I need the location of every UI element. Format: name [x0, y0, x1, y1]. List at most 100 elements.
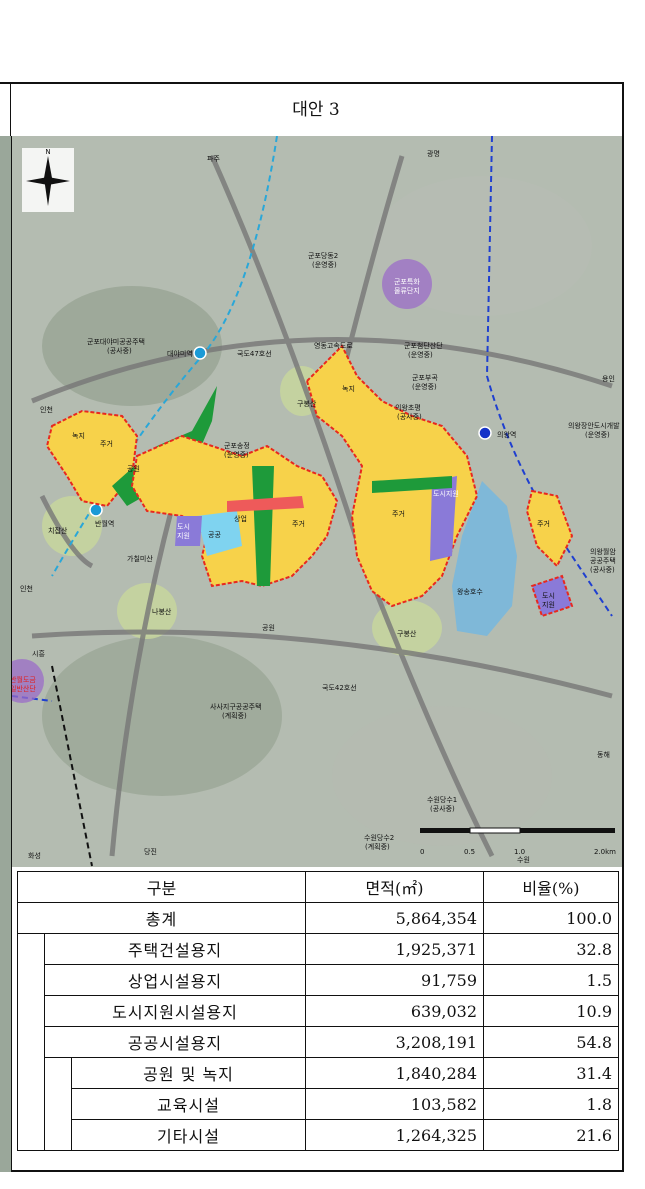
adjacent-map-strip — [0, 136, 12, 1172]
table-row: 교육시설 103,582 1.8 — [18, 1088, 619, 1120]
row-ratio: 1.8 — [483, 1088, 619, 1120]
row-area: 91,759 — [305, 964, 484, 996]
row-ratio: 1.5 — [483, 964, 619, 996]
header-area: 면적(㎡) — [305, 871, 484, 903]
label-chirabsan: 치잡산 — [48, 526, 68, 535]
label-suwon-dangsu2-sub: (계획중) — [365, 842, 390, 851]
label-gunpo-cheomdan: 군포첨단산단 — [404, 341, 443, 350]
zone-label-urban-2: 도시 — [542, 592, 555, 600]
row-label: 총계 — [17, 902, 306, 934]
scale-label-0: 0 — [420, 848, 424, 856]
label-gunpo-songjeong: 군포송정 — [224, 441, 250, 450]
label-uiwang-jangan-sub: (운영중) — [585, 430, 610, 439]
label-suwon-dangsu1: 수원당수1 — [427, 795, 457, 804]
label-incheon2: 인천 — [20, 584, 33, 593]
row-label: 기타시설 — [71, 1119, 306, 1151]
table-row: 주택건설용지 1,925,371 32.8 — [17, 933, 619, 1151]
label-uiwang-chonjeong: 의왕초평 — [395, 403, 421, 412]
label-uiwang-jangan: 의왕장안도시개발 — [568, 421, 620, 430]
zone-label-residential-3: 주거 — [392, 509, 405, 518]
zone-label-green-2: 녹지 — [342, 384, 355, 393]
page-title: 대안 3 — [292, 100, 340, 120]
zone-label-green: 녹지 — [72, 431, 85, 440]
row-label: 주택건설용지 — [44, 933, 306, 965]
header-ratio: 비율(%) — [483, 871, 619, 903]
zone-label-residential-2: 주거 — [292, 519, 305, 528]
label-gubongsan2: 구봉산 — [397, 629, 417, 638]
label-gunpo-special2: 물류단지 — [394, 286, 420, 295]
label-gunpo-special: 군포특화 — [394, 278, 420, 286]
label-paju: 파주 — [207, 154, 220, 163]
map-svg: N 0 0.5 1.0 2.0km 파주 광명 군포당동2 (운영중) 군포특화… — [12, 136, 622, 867]
label-uiwang-chonjeong-sub: (공사중) — [397, 412, 422, 421]
row-ratio: 10.9 — [483, 995, 619, 1027]
row-label: 상업시설용지 — [44, 964, 306, 996]
title-row: 대안 3 — [0, 84, 622, 137]
scale-label-1: 1.0 — [514, 848, 525, 856]
label-sasa: 사사지구공공주택 — [210, 702, 262, 711]
label-banwol-dogeum2: 일반산단 — [12, 684, 36, 693]
zone-label-support-2: 지원 — [542, 600, 555, 609]
table-row: 도시지원시설용지 639,032 10.9 — [18, 995, 619, 1027]
label-gunpo-dangdong2: 군포당동2 — [308, 251, 338, 260]
header-category: 구분 — [17, 871, 306, 903]
zone-label-residential-4: 주거 — [537, 519, 550, 528]
zone-label-urban: 도시 — [177, 523, 190, 531]
scale-label-05: 0.5 — [464, 848, 475, 856]
row-label: 공공시설용지 — [44, 1026, 306, 1058]
row-area: 3,208,191 — [305, 1026, 484, 1058]
label-hwaseong: 화성 — [28, 851, 41, 860]
row-area: 639,032 — [305, 995, 484, 1027]
table-row: 상업시설용지 91,759 1.5 — [18, 964, 619, 996]
scale-label-2: 2.0km — [594, 848, 616, 856]
label-dangjin: 당진 — [144, 847, 157, 856]
label-uiwang-wolam-sub: (공사중) — [590, 565, 615, 574]
row-area: 1,840,284 — [305, 1057, 484, 1089]
label-banwol-dogeum: 반월도금 — [12, 675, 36, 684]
row-area: 103,582 — [305, 1088, 484, 1120]
indent-cell — [17, 933, 45, 1151]
label-gunpo-daeya: 군포대야미공공주택 — [87, 337, 145, 346]
north-label: N — [45, 148, 50, 156]
table-row: 기타시설 1,264,325 21.6 — [18, 1119, 619, 1151]
zone-label-park: 공원 — [127, 464, 140, 473]
table-row: 공원 및 녹지 1,840,284 31.4 — [18, 1057, 619, 1151]
station-uiwang — [478, 426, 492, 440]
zone-label-support: 지원 — [177, 531, 190, 540]
row-ratio: 31.4 — [483, 1057, 619, 1089]
station-banwol — [89, 503, 103, 517]
label-gunpo-cheomdan-sub: (운영중) — [408, 350, 433, 359]
label-suwon-dangsu1-sub: (공사중) — [430, 804, 455, 813]
label-wangsong-lake: 왕송호수 — [457, 587, 483, 596]
label-gwangmyeong: 광명 — [427, 149, 440, 158]
row-ratio: 100.0 — [483, 902, 619, 934]
label-gunpo-bugok: 군포부곡 — [412, 374, 438, 382]
label-suwon-dangsu2: 수원당수2 — [364, 833, 394, 842]
row-area: 1,264,325 — [305, 1119, 484, 1151]
label-banwol-station: 반월역 — [95, 519, 114, 528]
indent-cell-2 — [44, 1057, 72, 1151]
row-label: 교육시설 — [71, 1088, 306, 1120]
row-ratio: 32.8 — [483, 933, 619, 965]
label-yongin: 용인 — [602, 374, 615, 383]
label-gunpo-dangdong2-sub: (운영중) — [312, 260, 337, 269]
document-frame: 대안 3 N 0 0.5 1.0 2.0km 파주 광명 군포당동2 (운영중)… — [0, 82, 624, 1172]
label-yeongdong: 영동고속도로 — [314, 341, 353, 350]
label-suwon: 수원 — [517, 855, 530, 864]
label-uiwang-station: 의왕역 — [497, 430, 516, 439]
label-uiwang-wolam2: 공공주택 — [590, 556, 616, 565]
label-route42: 국도42호선 — [322, 683, 357, 692]
row-label: 도시지원시설용지 — [44, 995, 306, 1027]
label-sasa-sub: (계획중) — [222, 711, 247, 720]
row-ratio: 54.8 — [483, 1026, 619, 1058]
label-gunpo-bugok-sub: (운영중) — [412, 382, 437, 391]
label-route47: 국도47호선 — [237, 349, 272, 358]
table-header-row: 구분 면적(㎡) 비율(%) — [17, 871, 619, 903]
table-row: 공공시설용지 3,208,191 54.8 — [18, 1026, 619, 1058]
label-gachilisan: 가칠미산 — [127, 554, 153, 563]
zone-central-support — [175, 516, 202, 546]
zone-label-urban-support: 도시지원 — [433, 489, 459, 498]
land-use-table: 구분 면적(㎡) 비율(%) 총계 5,864,354 100.0 주택건설용지… — [17, 871, 619, 1151]
zone-label-park-2: 공원 — [262, 623, 275, 632]
site-map: N 0 0.5 1.0 2.0km 파주 광명 군포당동2 (운영중) 군포특화… — [12, 136, 623, 867]
